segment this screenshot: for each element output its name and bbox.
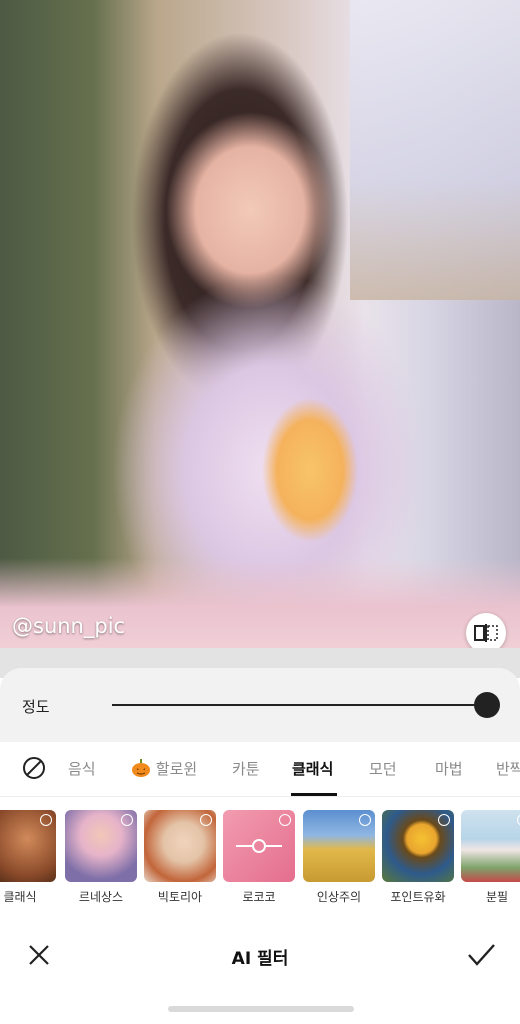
- filter-thumbnail: [303, 810, 375, 882]
- filter-thumbnail: [223, 810, 295, 882]
- filter-name: 로코코: [242, 890, 276, 904]
- tab-none[interactable]: [22, 744, 46, 794]
- photo-watermark: @sunn_pic: [12, 614, 126, 638]
- filter-thumbnail: [461, 810, 520, 882]
- slider-dot-icon: [236, 839, 282, 853]
- filter-thumbnail: [65, 810, 137, 882]
- tab-modern[interactable]: 모던: [369, 744, 397, 794]
- filter-renaissance[interactable]: 르네상스: [65, 810, 137, 905]
- pumpkin-icon: [132, 759, 150, 777]
- filter-name: 분필: [485, 890, 509, 904]
- filter-name: 인상주의: [316, 890, 362, 904]
- screen-title: AI 필터: [231, 949, 289, 969]
- filter-name: 르네상스: [78, 890, 124, 904]
- edited-photo: [0, 0, 520, 648]
- filter-name: 빅토리아: [157, 890, 203, 904]
- filter-chalk[interactable]: 분필: [461, 810, 520, 905]
- none-circle-slash-icon: [23, 757, 45, 779]
- filter-victoria[interactable]: 빅토리아: [144, 810, 216, 905]
- strength-label: 정도: [22, 698, 50, 716]
- filter-list: 클래식 르네상스 빅토리아 로코코 인상주의 포인트유화 분필: [0, 806, 520, 906]
- tab-halloween-label: 할로윈: [155, 760, 198, 778]
- premium-badge-icon: [121, 814, 133, 826]
- compare-split-icon: [474, 624, 498, 642]
- tab-halloween[interactable]: 할로윈: [131, 744, 197, 794]
- compare-button[interactable]: [466, 613, 506, 653]
- strength-slider[interactable]: [112, 690, 500, 720]
- check-icon: [468, 944, 495, 966]
- slider-track: [112, 704, 487, 706]
- photo-window-background: [350, 0, 520, 300]
- tab-sparkle[interactable]: 반짝: [496, 744, 520, 794]
- filter-impressionism[interactable]: 인상주의: [303, 810, 375, 905]
- home-indicator: [168, 1006, 354, 1012]
- active-tab-indicator: [291, 793, 337, 796]
- tab-magic[interactable]: 마법: [435, 744, 463, 794]
- tab-food[interactable]: 음식: [68, 744, 96, 794]
- filter-classic[interactable]: 클래식: [0, 810, 56, 905]
- slider-thumb[interactable]: [474, 692, 500, 718]
- apply-button[interactable]: [466, 940, 496, 970]
- category-tabs: 음식 할로윈 카툰 클래식 모던 마법 반짝: [0, 744, 520, 797]
- filter-thumbnail: [144, 810, 216, 882]
- tab-classic[interactable]: 클래식: [292, 744, 333, 794]
- premium-badge-icon: [200, 814, 212, 826]
- filter-name: 클래식: [3, 890, 37, 904]
- filter-rococo[interactable]: 로코코: [223, 810, 295, 905]
- premium-badge-icon: [40, 814, 52, 826]
- filter-thumbnail: [0, 810, 56, 882]
- filter-name: 포인트유화: [390, 890, 446, 904]
- tab-cartoon[interactable]: 카툰: [232, 744, 260, 794]
- filter-thumbnail: [382, 810, 454, 882]
- premium-badge-icon: [438, 814, 450, 826]
- filter-pointillism[interactable]: 포인트유화: [382, 810, 454, 905]
- premium-badge-icon: [359, 814, 371, 826]
- premium-badge-icon: [279, 814, 291, 826]
